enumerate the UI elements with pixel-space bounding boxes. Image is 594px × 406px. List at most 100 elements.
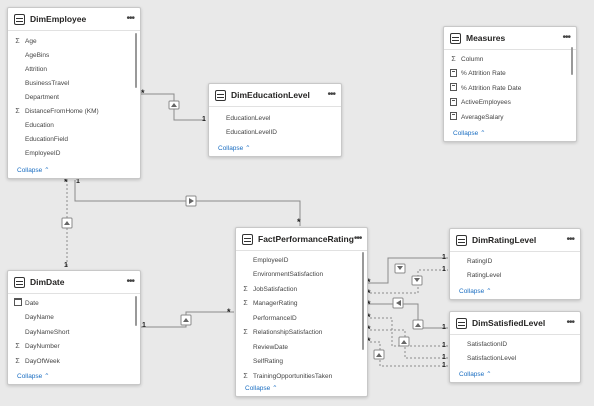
table-card-dimeducationlevel[interactable]: DimEducationLevel ••• EducationLevel Educat… bbox=[208, 83, 342, 157]
field-name: SatisfactionLevel bbox=[467, 354, 517, 362]
cardinality-one: 1 bbox=[442, 254, 446, 261]
collapse-link[interactable]: Collapse ⌃ bbox=[218, 144, 251, 152]
field-name: RatingID bbox=[467, 257, 493, 265]
field-name: ActiveEmployees bbox=[461, 99, 511, 106]
cardinality-one: 1 bbox=[64, 262, 68, 269]
field-name: % Attrition Rate Date bbox=[461, 84, 522, 92]
field-name: DayOfWeek bbox=[25, 357, 60, 365]
field-row[interactable]: Attrition bbox=[8, 62, 132, 76]
field-row[interactable]: Σ ManagerRating bbox=[236, 297, 359, 311]
field-row[interactable]: Σ JobSatisfaction bbox=[236, 282, 359, 296]
chevron-up-icon: ⌃ bbox=[272, 385, 278, 392]
cardinality-one: 1 bbox=[202, 116, 206, 123]
table-title: DimEducationLevel bbox=[231, 90, 310, 100]
cardinality-one: 1 bbox=[442, 354, 446, 361]
collapse-link[interactable]: Collapse ⌃ bbox=[459, 370, 492, 378]
scrollbar[interactable] bbox=[362, 252, 364, 350]
table-title: FactPerformanceRating bbox=[258, 234, 354, 244]
field-row[interactable]: BusinessTravel bbox=[8, 76, 132, 90]
field-row[interactable]: EducationField bbox=[8, 132, 132, 146]
table-header[interactable]: DimRatingLevel ••• bbox=[450, 229, 580, 252]
field-row[interactable]: Education bbox=[8, 118, 132, 132]
table-header[interactable]: DimSatisfiedLevel ••• bbox=[450, 312, 580, 335]
field-row[interactable]: Σ Column bbox=[444, 52, 568, 66]
collapse-link[interactable]: Collapse ⌃ bbox=[459, 287, 492, 295]
field-row[interactable]: Σ DayOfWeek bbox=[8, 354, 132, 368]
sigma-icon: Σ bbox=[243, 300, 248, 307]
field-row[interactable]: Σ TrainingOpportunitiesTaken bbox=[236, 369, 359, 383]
table-card-factperformancerating[interactable]: FactPerformanceRating ••• EmployeeID Enviro… bbox=[235, 227, 368, 397]
field-row[interactable]: Σ Age bbox=[8, 34, 132, 48]
collapse-label: Collapse bbox=[17, 167, 43, 174]
field-row[interactable]: % Attrition Rate bbox=[444, 67, 568, 81]
collapse-link[interactable]: Collapse ⌃ bbox=[17, 166, 50, 174]
field-row[interactable]: SatisfactionLevel bbox=[450, 351, 572, 365]
field-row[interactable]: DayNameShort bbox=[8, 325, 132, 339]
field-row[interactable]: ActiveEmployees bbox=[444, 96, 568, 110]
more-options-icon[interactable]: ••• bbox=[562, 33, 570, 43]
scrollbar[interactable] bbox=[571, 47, 573, 75]
field-row[interactable]: EducationLevel bbox=[209, 111, 333, 125]
more-options-icon[interactable]: ••• bbox=[354, 234, 362, 244]
field-row[interactable]: Σ DayNumber bbox=[8, 340, 132, 354]
field-row[interactable]: Department bbox=[8, 90, 132, 104]
cardinality-many: * bbox=[297, 217, 301, 227]
more-options-icon[interactable]: ••• bbox=[126, 14, 134, 24]
field-row[interactable]: Σ DistanceFromHome (KM) bbox=[8, 104, 132, 118]
scrollbar[interactable] bbox=[135, 33, 137, 88]
field-row[interactable]: RatingLevel bbox=[450, 268, 572, 282]
field-row[interactable]: % Attrition Rate Date bbox=[444, 81, 568, 95]
field-name: EmployeeID bbox=[25, 149, 61, 157]
field-name: Education bbox=[25, 121, 54, 129]
field-row[interactable]: EmployeeID bbox=[8, 146, 132, 160]
calculator-icon bbox=[449, 112, 458, 122]
table-card-dimemployee[interactable]: DimEmployee ••• Σ Age AgeBins Attrition Busine… bbox=[7, 7, 141, 179]
collapse-label: Collapse bbox=[459, 371, 485, 378]
relationships-fact-rating[interactable] bbox=[366, 257, 448, 294]
field-row[interactable]: AverageSalary bbox=[444, 110, 568, 124]
cardinality-one: 1 bbox=[442, 266, 446, 273]
more-options-icon[interactable]: ••• bbox=[566, 235, 574, 245]
calculator-icon bbox=[449, 97, 458, 108]
scrollbar[interactable] bbox=[135, 296, 137, 326]
table-card-dimsatisfiedlevel[interactable]: DimSatisfiedLevel ••• SatisfactionID Satisf… bbox=[449, 311, 581, 383]
sigma-icon: Σ bbox=[15, 357, 20, 365]
table-icon bbox=[456, 234, 467, 246]
field-row[interactable]: AgeBins bbox=[8, 48, 132, 62]
collapse-link[interactable]: Collapse ⌃ bbox=[17, 372, 50, 380]
field-row[interactable]: Σ RelationshipSatisfaction bbox=[236, 326, 359, 340]
table-card-dimdate[interactable]: DimDate ••• Date DayName DayNameShort Σ DayNum… bbox=[7, 270, 141, 385]
more-options-icon[interactable]: ••• bbox=[126, 277, 134, 287]
field-name: ReviewDate bbox=[253, 343, 289, 351]
table-header[interactable]: DimEducationLevel ••• bbox=[209, 84, 341, 107]
field-row[interactable]: SelfRating bbox=[236, 355, 359, 369]
field-name: DistanceFromHome (KM) bbox=[25, 107, 99, 115]
sigma-icon: Σ bbox=[451, 55, 456, 63]
table-header[interactable]: DimEmployee ••• bbox=[8, 8, 140, 31]
field-row[interactable]: EmployeeID bbox=[236, 253, 359, 267]
more-options-icon[interactable]: ••• bbox=[327, 90, 335, 100]
collapse-label: Collapse bbox=[453, 130, 479, 137]
table-title: DimDate bbox=[30, 277, 65, 287]
field-row[interactable]: EducationLevelID bbox=[209, 125, 333, 139]
table-header[interactable]: Measures ••• bbox=[444, 27, 576, 50]
table-header[interactable]: DimDate ••• bbox=[8, 271, 140, 294]
field-name: SatisfactionID bbox=[467, 340, 508, 348]
field-row[interactable]: ReviewDate bbox=[236, 340, 359, 354]
field-row[interactable]: SatisfactionID bbox=[450, 337, 572, 351]
collapse-link[interactable]: Collapse ⌃ bbox=[453, 129, 486, 137]
field-row[interactable]: RatingID bbox=[450, 254, 572, 268]
calendar-icon bbox=[13, 298, 22, 308]
more-options-icon[interactable]: ••• bbox=[566, 318, 574, 328]
sigma-icon: Σ bbox=[243, 372, 248, 380]
table-card-dimratinglevel[interactable]: DimRatingLevel ••• RatingID RatingLevel Coll… bbox=[449, 228, 581, 300]
field-name: % Attrition Rate bbox=[461, 70, 506, 77]
field-row[interactable]: Date bbox=[8, 296, 132, 310]
table-card-measures[interactable]: Measures ••• Σ Column % Attrition Rate % Attr… bbox=[443, 26, 577, 142]
chevron-up-icon: ⌃ bbox=[44, 167, 50, 174]
field-row[interactable]: PerformanceID bbox=[236, 311, 359, 325]
collapse-link[interactable]: Collapse ⌃ bbox=[245, 384, 278, 392]
table-header[interactable]: FactPerformanceRating ••• bbox=[236, 228, 367, 251]
field-row[interactable]: EnvironmentSatisfaction bbox=[236, 268, 359, 282]
field-row[interactable]: DayName bbox=[8, 311, 132, 325]
